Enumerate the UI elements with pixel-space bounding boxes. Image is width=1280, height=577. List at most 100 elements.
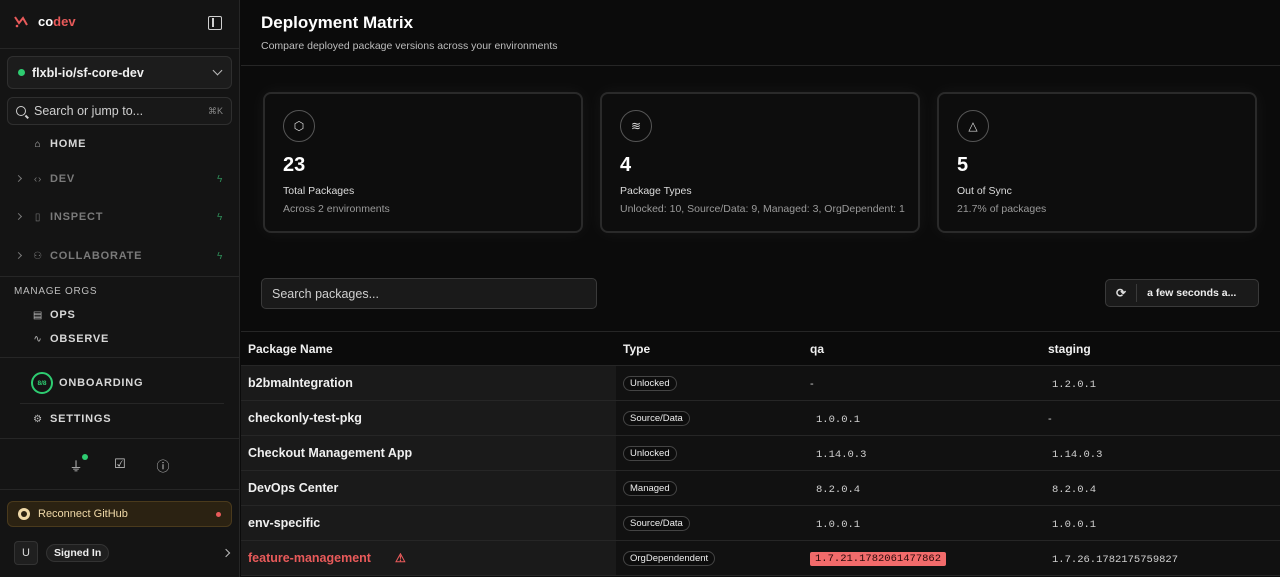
column-header-package-name[interactable]: Package Name	[241, 331, 616, 366]
github-icon	[18, 508, 30, 520]
stat-value: 4	[620, 154, 632, 176]
sidebar-item-ops[interactable]: ▤ OPS	[32, 309, 76, 321]
help-icon[interactable]: ⓘ	[155, 456, 171, 474]
version-cell: 8.2.0.4	[1052, 483, 1097, 496]
stat-subtext: Across 2 environments	[283, 203, 390, 215]
refresh-button[interactable]: ⟳ a few seconds a...	[1105, 279, 1259, 307]
version-cell: 8.2.0.4	[816, 483, 861, 496]
table-row[interactable]: b2bmaIntegration Unlocked - 1.2.0.1	[241, 365, 1280, 401]
package-name-cell: DevOps Center	[241, 470, 616, 506]
stat-label: Total Packages	[283, 185, 355, 197]
sidebar-search[interactable]: Search or jump to... ⌘K	[7, 97, 232, 125]
code-icon: ‹›	[33, 173, 43, 185]
sidebar-item-label: HOME	[50, 138, 87, 150]
box-icon: ⬡	[283, 110, 315, 142]
notification-dot	[82, 454, 88, 460]
bolt-icon: ϟ	[217, 174, 223, 185]
type-badge: Managed	[623, 481, 677, 496]
stat-subtext: Unlocked: 10, Source/Data: 9, Managed: 3…	[620, 203, 905, 215]
package-name: feature-management	[248, 551, 371, 565]
table-header-row: Package Name Type qa staging	[241, 331, 1280, 366]
sidebar-item-label: ONBOARDING	[59, 377, 144, 389]
package-name-cell: Checkout Management App	[241, 435, 616, 471]
sidebar-item-collaborate[interactable]: ⚇ COLLABORATE	[32, 250, 142, 262]
avatar: U	[14, 541, 38, 565]
page-title: Deployment Matrix	[261, 13, 414, 32]
sidebar-item-home[interactable]: ⌂ HOME	[32, 138, 86, 150]
manage-orgs-label: MANAGE ORGS	[14, 286, 98, 297]
org-selector[interactable]: flxbl-io/sf-core-dev	[7, 56, 232, 89]
brand-logo[interactable]: codev	[14, 14, 76, 29]
stat-card-total-packages: ⬡ 23 Total Packages Across 2 environment…	[263, 92, 583, 233]
home-icon: ⌂	[34, 138, 42, 150]
bolt-icon: ϟ	[217, 251, 223, 262]
stat-card-out-of-sync: △ 5 Out of Sync 21.7% of packages	[937, 92, 1257, 233]
table-row[interactable]: Checkout Management App Unlocked 1.14.0.…	[241, 435, 1280, 471]
table-row[interactable]: DevOps Center Managed 8.2.0.4 8.2.0.4	[241, 470, 1280, 506]
version-cell: 1.14.0.3	[1052, 448, 1103, 461]
user-menu[interactable]: U Signed In	[14, 541, 231, 565]
sidebar-item-onboarding[interactable]: 8/8 ONBOARDING	[31, 372, 143, 394]
sidebar-item-label: OBSERVE	[50, 333, 110, 345]
table-row[interactable]: feature-management ⚠ OrgDependendent 1.7.…	[241, 540, 1280, 576]
sidebar-item-inspect[interactable]: ▯ INSPECT	[32, 211, 103, 223]
sidebar-item-label: SETTINGS	[50, 413, 112, 425]
divider	[20, 403, 224, 404]
signed-in-badge: Signed In	[46, 544, 110, 562]
sidebar-item-label: INSPECT	[50, 211, 104, 223]
alert-triangle-icon: △	[957, 110, 989, 142]
out-of-sync-version-badge: 1.7.21.1782061477862	[810, 552, 947, 566]
version-cell: 1.2.0.1	[1052, 378, 1097, 391]
gear-icon: ⚙	[33, 413, 43, 425]
divider	[0, 48, 240, 49]
version-cell: -	[810, 378, 814, 390]
table-row[interactable]: checkonly-test-pkg Source/Data 1.0.0.1 -	[241, 400, 1280, 436]
type-badge: Unlocked	[623, 446, 677, 461]
stat-value: 23	[283, 154, 306, 176]
version-cell: 1.7.26.1782175759827	[1052, 553, 1179, 566]
column-header-qa[interactable]: qa	[803, 331, 1041, 366]
sidebar-item-label: COLLABORATE	[50, 250, 143, 262]
version-cell: 1.0.0.1	[1052, 518, 1097, 531]
sidebar-item-dev[interactable]: ‹› DEV	[32, 173, 75, 185]
refresh-icon: ⟳	[1116, 286, 1127, 300]
clipboard-check-icon[interactable]: ☑	[112, 456, 128, 474]
sidebar: codev flxbl-io/sf-core-dev Search or jum…	[0, 0, 240, 577]
brand-suffix: dev	[53, 14, 76, 29]
divider	[0, 438, 240, 439]
page-subtitle: Compare deployed package versions across…	[261, 40, 558, 52]
codev-logo-icon	[14, 15, 28, 27]
chevron-down-icon	[212, 65, 223, 76]
sidebar-item-label: OPS	[50, 309, 76, 321]
reconnect-label: Reconnect GitHub	[38, 508, 128, 520]
brand-prefix: co	[38, 14, 54, 29]
chevron-right-icon[interactable]	[14, 212, 23, 221]
version-cell: 1.14.0.3	[816, 448, 867, 461]
divider	[241, 65, 1280, 66]
stat-label: Package Types	[620, 185, 692, 197]
column-header-staging[interactable]: staging	[1041, 331, 1280, 366]
column-header-type[interactable]: Type	[616, 331, 803, 366]
package-search-input[interactable]	[261, 278, 597, 309]
reconnect-github-button[interactable]: Reconnect GitHub	[7, 501, 232, 527]
version-cell: 1.0.0.1	[816, 518, 861, 531]
sidebar-item-settings[interactable]: ⚙ SETTINGS	[32, 413, 111, 425]
sidebar-item-observe[interactable]: ∿ OBSERVE	[32, 333, 109, 345]
collapse-sidebar-icon[interactable]	[208, 16, 222, 30]
users-icon: ⚇	[33, 250, 43, 262]
package-name-cell: env-specific	[241, 505, 616, 541]
main-content: Deployment Matrix Compare deployed packa…	[241, 0, 1280, 577]
brand-name: codev	[38, 14, 76, 29]
search-icon	[16, 106, 26, 116]
version-cell: -	[1048, 413, 1052, 425]
chevron-right-icon[interactable]	[14, 251, 23, 260]
table-row[interactable]: env-specific Source/Data 1.0.0.1 1.0.0.1	[241, 505, 1280, 541]
divider	[1136, 284, 1138, 302]
chevron-right-icon[interactable]	[14, 174, 23, 183]
last-refreshed-label: a few seconds a...	[1147, 287, 1237, 299]
sidebar-bottom-toolbar: ⏚ ☑ ⓘ	[0, 454, 240, 476]
divider	[0, 357, 240, 358]
warning-icon: ⚠	[394, 551, 406, 565]
search-shortcut: ⌘K	[207, 105, 223, 116]
onboarding-progress-ring: 8/8	[31, 372, 53, 394]
